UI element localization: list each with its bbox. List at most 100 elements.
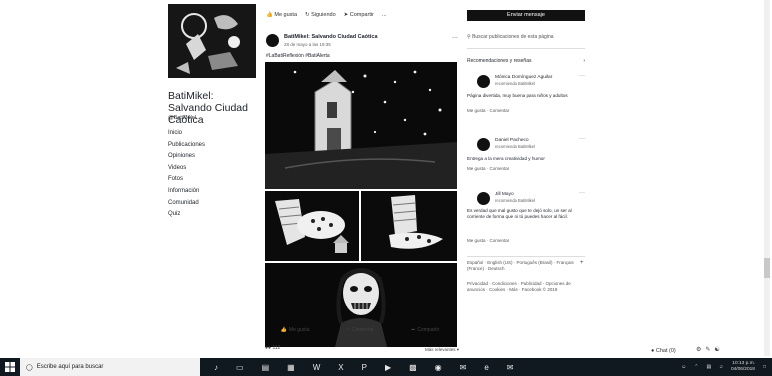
compose-icon[interactable]: ✎ xyxy=(705,346,710,353)
review-menu-button[interactable]: ··· xyxy=(579,73,585,79)
reviewer-name[interactable]: Daniel Pacheco xyxy=(495,138,529,143)
file-explorer-icon[interactable]: ▤ xyxy=(262,363,270,372)
media-player-icon[interactable]: ▶ xyxy=(385,363,391,372)
send-message-button[interactable]: Enviar mensaje xyxy=(467,10,585,21)
taskbar-clock[interactable]: 10:13 p.m. 04/06/2018 xyxy=(731,361,755,373)
page-profile-picture[interactable] xyxy=(168,4,256,78)
review-like-comment[interactable]: Me gusta · Comentar xyxy=(467,238,509,243)
post-comment-button[interactable]: □ Comentar xyxy=(347,327,374,333)
paint-icon[interactable]: ◉ xyxy=(435,363,442,372)
nav-item-informacion[interactable]: Información xyxy=(168,186,205,198)
nav-item-comunidad[interactable]: Comunidad xyxy=(168,198,205,210)
post-date[interactable]: 28 de mayo a las 19:35 xyxy=(284,42,331,47)
system-tray: ☺ ⌃ ▤ ♫ 10:13 p.m. 04/06/2018 □ xyxy=(681,358,766,376)
chevron-up-icon[interactable]: ⌃ xyxy=(694,364,698,370)
post-share-button[interactable]: ➦ Compartir xyxy=(411,327,439,333)
taskbar-search-input[interactable]: ◯ Escribe aquí para buscar xyxy=(20,358,200,376)
outlook-icon[interactable]: ✉ xyxy=(507,363,514,372)
notifications-icon[interactable]: □ xyxy=(763,364,766,370)
review-menu-button[interactable]: ··· xyxy=(579,136,585,142)
review-date: recomienda BatiMikel xyxy=(495,144,536,149)
review-text: Página divertida, muy buena para niños y… xyxy=(467,93,568,98)
post-author[interactable]: BatiMikel: Salvando Ciudad Caótica xyxy=(284,34,378,40)
clock-date: 04/06/2018 xyxy=(730,367,755,372)
people-icon[interactable]: ☺ xyxy=(681,364,686,370)
scrollbar-thumb[interactable] xyxy=(764,258,770,278)
chevron-right-icon: › xyxy=(583,58,585,64)
reviewer-name[interactable]: Jill Mayo xyxy=(495,192,514,197)
reviews-header[interactable]: Recomendaciones y reseñas › xyxy=(467,58,585,64)
review-text: Entrega a la mera creatividad y humor xyxy=(467,156,545,161)
review-date: recomienda BatiMikel xyxy=(495,81,536,86)
footer-legal[interactable]: Privacidad · Condiciones · Publicidad · … xyxy=(467,281,585,293)
photos-icon[interactable]: ▩ xyxy=(409,363,417,372)
language-links[interactable]: Español · English (US) · Português (Bras… xyxy=(467,260,585,272)
powerpoint-icon[interactable]: P xyxy=(362,363,367,372)
nav-item-quiz[interactable]: Quiz xyxy=(168,209,205,221)
like-icon: 👍 xyxy=(280,327,287,333)
word-icon[interactable]: W xyxy=(313,363,321,372)
post-photo-figure[interactable] xyxy=(265,263,457,347)
search-icon: ⚲ xyxy=(467,34,471,40)
post-menu-button[interactable]: ... xyxy=(452,33,458,40)
more-options-button[interactable]: ... xyxy=(382,12,387,18)
nav-item-opiniones[interactable]: Opiniones xyxy=(168,151,205,163)
settings-icon[interactable]: ⚙ xyxy=(696,346,701,353)
follow-page-button[interactable]: ↻ Siguiendo xyxy=(305,12,336,18)
comment-icon: □ xyxy=(346,327,350,333)
excel-icon[interactable]: X xyxy=(338,363,343,372)
sort-comments-label: Más relevantes xyxy=(425,347,456,352)
group-icon[interactable]: ☯ xyxy=(714,346,719,353)
share-icon: ➦ xyxy=(411,327,416,333)
post-reactions-summary[interactable]: ●● 112 xyxy=(265,345,280,351)
add-language-icon[interactable]: + xyxy=(580,260,584,266)
sort-comments-dropdown[interactable]: Más relevantes ▾ xyxy=(425,347,459,353)
nav-item-fotos[interactable]: Fotos xyxy=(168,174,205,186)
windows-icon xyxy=(5,362,15,372)
reviewer-avatar[interactable] xyxy=(477,138,490,151)
share-page-button[interactable]: ➤ Compartir xyxy=(344,12,374,18)
chat-bar-icons: ⚙ ✎ ☯ xyxy=(696,346,720,353)
post-comment-label: Comentar xyxy=(351,327,374,333)
task-view-icon[interactable]: ▭ xyxy=(236,363,244,372)
windows-taskbar: ◯ Escribe aquí para buscar ♪ ▭ ▤ ▦ W X P… xyxy=(0,358,772,376)
page-search-input[interactable]: ⚲ Buscar publicaciones de esta página xyxy=(467,34,554,40)
post-like-button[interactable]: 👍 Me gusta xyxy=(281,327,310,333)
microphone-icon[interactable]: ♪ xyxy=(214,363,218,372)
taskbar-apps: ♪ ▭ ▤ ▦ W X P ▶ ▩ ◉ ✉ e ✉ xyxy=(214,363,514,372)
network-icon[interactable]: ▤ xyxy=(706,364,711,370)
reviewer-avatar[interactable] xyxy=(477,75,490,88)
start-button[interactable] xyxy=(0,358,20,376)
post-hashtags[interactable]: #LaBatiReflexión #BatiAlerta xyxy=(266,53,330,59)
post-photo-shoe-left[interactable] xyxy=(265,191,359,261)
volume-icon[interactable]: ♫ xyxy=(719,364,723,370)
page-scrollbar[interactable] xyxy=(764,0,770,356)
nav-item-inicio[interactable]: Inicio xyxy=(168,128,205,140)
taskbar-search-placeholder: Escribe aquí para buscar xyxy=(36,364,104,370)
chat-bar[interactable]: ● Chat (0) xyxy=(651,348,676,354)
post-author-avatar[interactable] xyxy=(266,34,279,47)
like-page-button[interactable]: 👍 Me gusta xyxy=(266,12,297,18)
reaction-count: 112 xyxy=(272,345,281,351)
page-sidebar: BatiMikel: Salvando Ciudad Caótica @Bati… xyxy=(168,4,260,344)
nav-item-videos[interactable]: Videos xyxy=(168,163,205,175)
like-page-label: Me gusta xyxy=(274,12,298,18)
page-handle: @BatiMikel xyxy=(168,115,196,121)
reviewer-name[interactable]: Mónica Domínguez Aguilar xyxy=(495,75,552,80)
reaction-icons: ●● xyxy=(265,345,272,351)
mail-icon[interactable]: ✉ xyxy=(460,363,467,372)
divider xyxy=(467,48,585,49)
review-like-comment[interactable]: Me gusta · Comentar xyxy=(467,108,509,113)
store-icon[interactable]: ▦ xyxy=(287,363,295,372)
review-menu-button[interactable]: ··· xyxy=(579,190,585,196)
share-page-label: Compartir xyxy=(349,12,374,18)
reviewer-avatar[interactable] xyxy=(477,192,490,205)
post-photo-church[interactable] xyxy=(265,62,457,189)
post-photo-shoe-right[interactable] xyxy=(361,191,457,261)
nav-item-publicaciones[interactable]: Publicaciones xyxy=(168,140,205,152)
page-actions-bar: 👍 Me gusta ↻ Siguiendo ➤ Compartir ... xyxy=(266,12,387,18)
cortana-icon: ◯ xyxy=(26,364,33,371)
review-like-comment[interactable]: Me gusta · Comentar xyxy=(467,166,509,171)
edge-icon[interactable]: e xyxy=(484,363,488,372)
chat-label: Chat (0) xyxy=(655,348,676,354)
